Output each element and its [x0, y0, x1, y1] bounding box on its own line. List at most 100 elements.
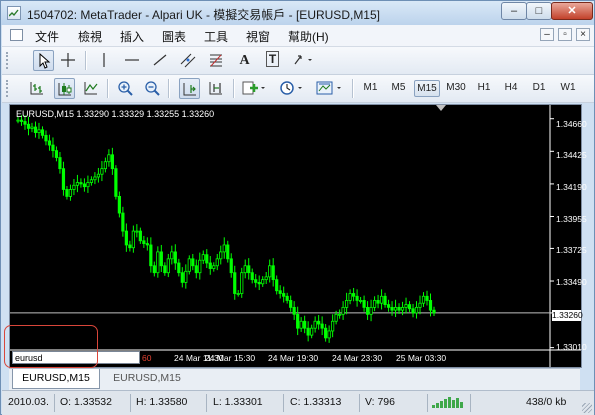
crosshair-button[interactable]: [58, 50, 79, 71]
menu-window[interactable]: 視窗: [246, 28, 270, 45]
tab-eurusd-m15[interactable]: EURUSD,M15: [101, 369, 193, 389]
candle-body: [236, 293, 240, 295]
candle-body: [324, 327, 328, 339]
candle-body: [432, 309, 436, 314]
cursor-icon: [39, 53, 51, 69]
candle-body: [243, 265, 247, 274]
candle-body: [93, 176, 97, 181]
y-axis-label: 1.34425: [556, 150, 587, 160]
menu-help[interactable]: 幫助(H): [288, 28, 329, 45]
autoscroll-icon: [183, 83, 196, 96]
chart-close-button[interactable]: ×: [576, 28, 590, 41]
status-low: L: 1.33301: [213, 396, 263, 408]
title-bar[interactable]: 1504702: MetaTrader - Alpari UK - 模擬交易帳戶…: [1, 1, 594, 25]
candle-body: [365, 306, 370, 315]
status-open: O: 1.33532: [60, 396, 112, 408]
minimize-window-button[interactable]: –: [501, 2, 527, 20]
maximize-window-button[interactable]: □: [526, 2, 552, 20]
symbol-navigation-input[interactable]: [12, 351, 140, 364]
candle-body: [184, 270, 188, 283]
toolbar-grip[interactable]: [6, 52, 11, 69]
timeframe-h4-button[interactable]: H4: [501, 80, 521, 97]
autoscroll-button[interactable]: [179, 78, 200, 99]
candle-body: [138, 230, 142, 242]
zoom-in-button[interactable]: [115, 78, 136, 99]
chart-canvas[interactable]: [10, 105, 581, 367]
candle-body: [386, 304, 391, 308]
zoom-in-icon: [118, 81, 133, 96]
text-label-button[interactable]: T: [262, 50, 283, 71]
menu-tools[interactable]: 工具: [204, 28, 228, 45]
candle-body: [37, 129, 41, 133]
x-axis-label: 25 Mar 03:30: [396, 353, 447, 363]
timeframe-m15-button[interactable]: M15: [414, 80, 440, 97]
menu-charts[interactable]: 圖表: [162, 28, 186, 45]
menu-file[interactable]: 文件: [35, 28, 59, 45]
status-bar: 2010.03. O: 1.33532 H: 1.33580 L: 1.3330…: [2, 390, 594, 415]
candle-body: [68, 189, 73, 197]
resize-grip[interactable]: [582, 403, 592, 413]
candle-body: [72, 184, 76, 190]
candle-body: [100, 168, 104, 175]
text-button[interactable]: A: [234, 50, 255, 71]
fibonacci-button[interactable]: [206, 50, 227, 71]
arrows-dropdown-button[interactable]: [290, 50, 316, 71]
candle-body: [107, 154, 111, 163]
chart-window-icon[interactable]: [10, 29, 23, 41]
metatrader-app-icon[interactable]: [7, 6, 21, 20]
timeframe-m30-button[interactable]: M30: [443, 80, 469, 97]
status-datetime: 2010.03.: [8, 396, 49, 408]
candle-body: [268, 265, 272, 278]
zoom-out-button[interactable]: [142, 78, 163, 99]
candle-body: [400, 306, 405, 311]
chart-shift-icon: [209, 82, 222, 95]
x-axis-label: 24 Mar 23:30: [332, 353, 383, 363]
chart-shift-marker[interactable]: [436, 105, 446, 111]
timeframe-d1-button[interactable]: D1: [529, 80, 549, 97]
candle-body: [75, 182, 80, 186]
price-chart[interactable]: EURUSD,M15 1.33290 1.33329 1.33255 1.332…: [4, 104, 587, 368]
timeframe-w1-button[interactable]: W1: [557, 80, 579, 97]
templates-dropdown-button[interactable]: [314, 78, 346, 99]
chart-shift-button[interactable]: [206, 78, 227, 99]
menu-insert[interactable]: 插入: [120, 28, 144, 45]
trendline-button[interactable]: [150, 50, 171, 71]
candle-body: [369, 306, 373, 315]
candle-body: [180, 272, 184, 283]
periods-dropdown-button[interactable]: [277, 78, 307, 99]
bar-chart-button[interactable]: [27, 78, 48, 99]
chart-minimize-button[interactable]: –: [540, 28, 554, 41]
timeframe-h1-button[interactable]: H1: [474, 80, 494, 97]
candle-body: [351, 293, 356, 297]
tab-eurusd-m15-active[interactable]: EURUSD,M15: [12, 369, 100, 389]
horizontal-line-button[interactable]: [122, 50, 143, 71]
current-price-label: 1.33260: [552, 310, 583, 321]
candle-body: [376, 300, 380, 304]
line-chart-button[interactable]: [81, 78, 102, 99]
candle-body: [345, 300, 349, 308]
channel-button[interactable]: [178, 50, 199, 71]
candle-body: [334, 313, 338, 322]
candle-body: [61, 168, 66, 190]
indicators-dropdown-button[interactable]: [240, 78, 270, 99]
horizontal-line-icon: [125, 59, 139, 61]
vertical-line-button[interactable]: [94, 50, 115, 71]
toolbar-separator: [107, 79, 109, 98]
toolbar-grip[interactable]: [6, 80, 11, 97]
close-window-button[interactable]: ✕: [551, 2, 593, 20]
candle-body: [362, 300, 366, 308]
candle-body: [219, 251, 223, 260]
candle-body: [303, 320, 307, 329]
timeframe-m5-button[interactable]: M5: [387, 80, 410, 97]
candle-body: [19, 119, 24, 122]
candlestick-chart-button[interactable]: [54, 78, 75, 99]
candle-body: [198, 259, 202, 274]
candle-body: [110, 154, 114, 170]
toolbar-separator: [85, 51, 87, 70]
menu-view[interactable]: 檢視: [78, 28, 102, 45]
candle-body: [117, 195, 121, 214]
x-axis-partial-label: 60: [142, 353, 152, 363]
cursor-button[interactable]: [33, 50, 54, 71]
timeframe-m1-button[interactable]: M1: [359, 80, 382, 97]
chart-restore-button[interactable]: ▫: [558, 28, 572, 41]
